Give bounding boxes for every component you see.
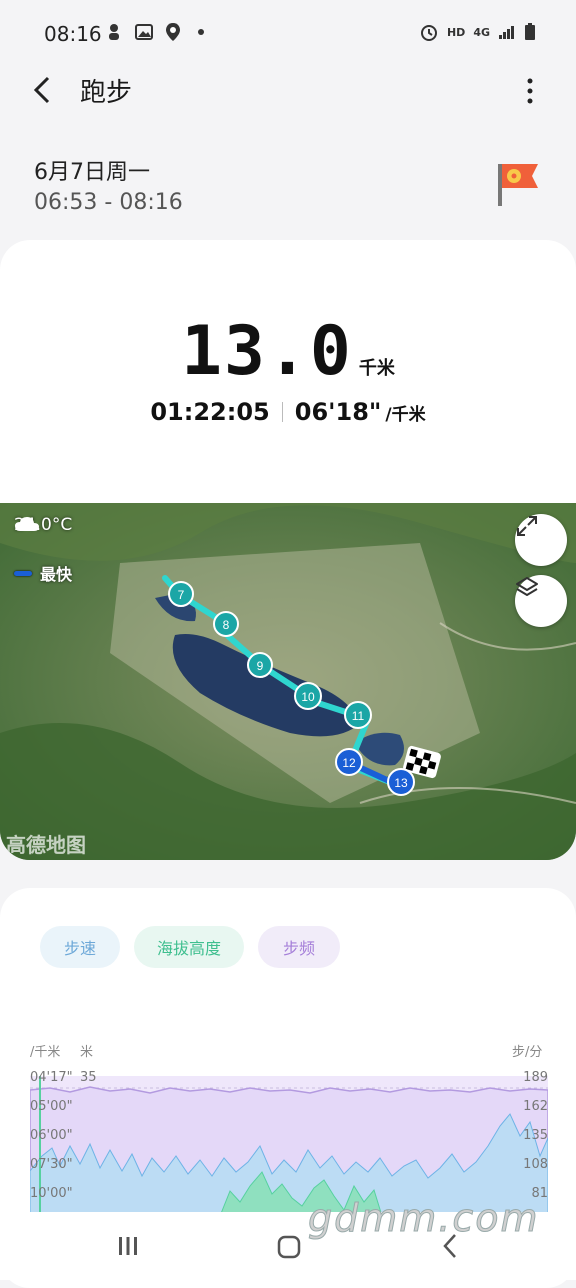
cloud-icon [15,517,39,531]
pace-tick-2: 06'00" [30,1128,73,1143]
expand-map-button[interactable] [515,514,567,566]
distance-display: 13.0 千米 [0,312,576,391]
altitude-axis-unit: 米 [80,1045,94,1060]
battery-icon [525,23,535,40]
duration-value: 01:22:05 [150,398,270,426]
altitude-tick: 35 [80,1070,97,1085]
app-header: 跑步 [0,66,576,114]
cadence-tick-1: 162 [523,1099,548,1114]
map-layers-button[interactable] [515,575,567,627]
notification-app-icon [109,24,119,40]
more-notifications-dot [198,29,204,35]
status-time: 08:16 [44,22,102,46]
4g-indicator: 4G [473,25,490,39]
distance-value: 13.0 [181,312,353,391]
status-system-icons: HD 4G [419,22,536,42]
watermark-text: gdmm.com [308,1196,540,1241]
weather-info: 24.0°C [14,515,72,535]
distance-unit: 千米 [358,358,395,379]
pace-tick-3: 07'30" [30,1157,73,1172]
svg-text:9: 9 [257,659,264,673]
session-date: 6月7日周一 [34,160,150,185]
route-flag-icon[interactable] [496,160,542,208]
session-time-range: 06:53 - 08:16 [34,190,183,215]
status-bar: 08:16 HD 4G [0,0,576,66]
svg-text:10: 10 [301,690,315,704]
tab-pace[interactable]: 步速 [40,926,120,968]
pace-axis-unit: /千米 [30,1045,61,1060]
page-title: 跑步 [80,78,133,108]
hd-indicator: HD [446,25,466,39]
stats-row: 01:22:05 06'18" /千米 [0,398,576,426]
more-vert-icon[interactable] [518,76,542,106]
tab-cadence[interactable]: 步频 [258,926,340,968]
svg-text:7: 7 [178,588,185,602]
svg-text:12: 12 [342,756,356,770]
cadence-tick-2: 135 [523,1128,548,1143]
expand-icon [517,516,537,536]
signal-icon [499,26,514,39]
km-marker-10: 10 [294,682,322,710]
km-marker-11: 11 [344,701,372,729]
stats-divider [281,402,283,422]
route-map[interactable]: 7 8 9 10 11 12 13 24.0°C 最快 高德地图 [0,503,576,860]
km-marker-7: 7 [168,581,194,607]
layers-icon [516,577,538,596]
fastest-legend-swatch [14,570,32,576]
pace-unit: /千米 [385,405,426,425]
pace-tick-0: 04'17" [30,1070,73,1085]
recent-apps-icon[interactable] [116,1234,140,1258]
map-provider-logo: 高德地图 [6,833,86,857]
svg-text:8: 8 [223,618,230,632]
location-icon [166,23,180,41]
km-marker-8: 8 [213,611,239,637]
cadence-axis-unit: 步/分 [512,1045,543,1060]
legend-fastest: 最快 [14,561,72,585]
pace-value: 06'18" [294,398,382,426]
home-icon[interactable] [276,1234,302,1260]
tab-altitude[interactable]: 海拔高度 [134,926,244,968]
status-notifications [104,22,204,42]
metrics-chart [30,1076,548,1216]
pace-tick-1: 05'00" [30,1099,73,1114]
back-arrow-icon[interactable] [28,74,60,106]
svg-text:13: 13 [394,776,408,790]
km-marker-13: 13 [387,768,415,796]
cadence-tick-3: 108 [523,1157,548,1172]
legend-fastest-label: 最快 [40,565,73,584]
satellite-map-image: 7 8 9 10 11 12 13 [0,503,576,860]
km-marker-12: 12 [335,748,363,776]
svg-text:11: 11 [352,709,365,723]
km-marker-9: 9 [247,652,273,678]
alarm-icon [420,25,437,41]
pace-tick-4: 10'00" [30,1186,73,1201]
gallery-icon [135,24,153,40]
cadence-tick-0: 189 [523,1070,548,1085]
